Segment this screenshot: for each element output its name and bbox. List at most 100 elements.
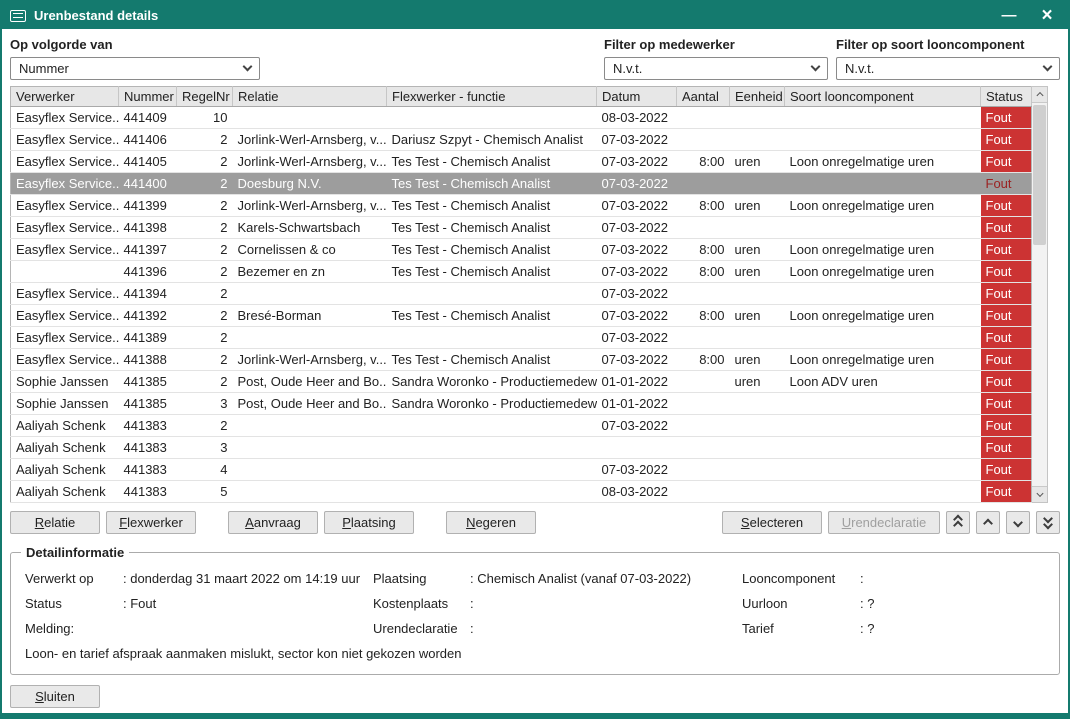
scrollbar-up-button[interactable] (1032, 87, 1047, 103)
cell-datum: 07-03-2022 (597, 173, 677, 195)
plaatsing-label: Plaatsing (373, 566, 470, 591)
cell-soort-looncomponent (785, 173, 981, 195)
cell-aantal: 8:00 (677, 239, 730, 261)
cell-regelnr: 2 (177, 371, 233, 393)
scrollbar-thumb[interactable] (1033, 105, 1046, 245)
cell-soort-looncomponent (785, 129, 981, 151)
col-header-regelnr[interactable]: RegelNr (177, 87, 233, 107)
urendeclaratie-button[interactable]: Urendeclaratie (828, 511, 940, 534)
cell-aantal (677, 217, 730, 239)
window-list-icon (10, 10, 26, 22)
sort-dropdown[interactable]: Nummer (10, 57, 260, 80)
cell-verwerker: Aaliyah Schenk (11, 481, 119, 503)
cell-relatie: Doesburg N.V. (233, 173, 387, 195)
table-row[interactable]: Aaliyah Schenk 441383 5 08-03-2022 Fout (11, 481, 1032, 503)
titlebar: Urenbestand details — × (2, 2, 1068, 29)
cell-regelnr: 2 (177, 239, 233, 261)
cell-relatie: Jorlink-Werl-Arnsberg, v... (233, 349, 387, 371)
chevron-down-icon (1043, 62, 1053, 72)
cell-relatie: Post, Oude Heer and Bo... (233, 393, 387, 415)
table-row[interactable]: Aaliyah Schenk 441383 4 07-03-2022 Fout (11, 459, 1032, 481)
scrollbar-track[interactable] (1032, 103, 1047, 486)
cell-soort-looncomponent (785, 393, 981, 415)
plaatsing-value: : Chemisch Analist (vanaf 07-03-2022) (470, 566, 742, 591)
negeren-button[interactable]: Negeren (446, 511, 536, 534)
table-row[interactable]: Sophie Janssen 441385 2 Post, Oude Heer … (11, 371, 1032, 393)
scroll-down-button[interactable] (1006, 511, 1030, 534)
cell-soort-looncomponent: Loon onregelmatige uren (785, 349, 981, 371)
cell-flexwerker (387, 283, 597, 305)
table-row[interactable]: Easyflex Service... 441398 2 Karels-Schw… (11, 217, 1032, 239)
table-row[interactable]: Easyflex Service... 441392 2 Bresé-Borma… (11, 305, 1032, 327)
selecteren-button[interactable]: Selecteren (722, 511, 822, 534)
col-header-nummer[interactable]: Nummer (119, 87, 177, 107)
cell-relatie (233, 459, 387, 481)
cell-aantal: 8:00 (677, 261, 730, 283)
scroll-up-button[interactable] (976, 511, 1000, 534)
col-header-verwerker[interactable]: Verwerker (11, 87, 119, 107)
cell-nummer: 441406 (119, 129, 177, 151)
scroll-first-button[interactable] (946, 511, 970, 534)
cell-flexwerker (387, 415, 597, 437)
detail-urendeclaratie-value: : (470, 616, 742, 641)
cell-status: Fout (981, 239, 1032, 261)
table-row[interactable]: Easyflex Service... 441405 2 Jorlink-Wer… (11, 151, 1032, 173)
table-row[interactable]: 441396 2 Bezemer en zn Tes Test - Chemis… (11, 261, 1032, 283)
action-bar: Relatie Flexwerker Aanvraag Plaatsing Ne… (10, 511, 1060, 534)
close-button[interactable]: × (1032, 2, 1062, 29)
table-row[interactable]: Easyflex Service... 441397 2 Cornelissen… (11, 239, 1032, 261)
col-header-eenheid[interactable]: Eenheid (730, 87, 785, 107)
detail-panel-legend: Detailinformatie (21, 545, 129, 560)
table-row[interactable]: Easyflex Service... 441389 2 07-03-2022 … (11, 327, 1032, 349)
cell-status: Fout (981, 349, 1032, 371)
cell-regelnr: 2 (177, 261, 233, 283)
col-header-relatie[interactable]: Relatie (233, 87, 387, 107)
detail-urendeclaratie-label: Urendeclaratie (373, 616, 470, 641)
cell-soort-looncomponent: Loon onregelmatige uren (785, 305, 981, 327)
chevron-down-icon (811, 62, 821, 72)
cell-eenheid: uren (730, 371, 785, 393)
table-scrollbar[interactable] (1032, 86, 1048, 503)
melding-label: Melding: (25, 616, 123, 641)
col-header-datum[interactable]: Datum (597, 87, 677, 107)
flexwerker-button[interactable]: Flexwerker (106, 511, 196, 534)
looncomponent-filter-dropdown[interactable]: N.v.t. (836, 57, 1060, 80)
cell-regelnr: 4 (177, 459, 233, 481)
table-row[interactable]: Aaliyah Schenk 441383 3 Fout (11, 437, 1032, 459)
medewerker-filter-dropdown[interactable]: N.v.t. (604, 57, 828, 80)
tarief-label: Tarief (742, 616, 860, 641)
cell-flexwerker (387, 327, 597, 349)
cell-relatie: Karels-Schwartsbach (233, 217, 387, 239)
sluiten-button[interactable]: Sluiten (10, 685, 100, 708)
relatie-button[interactable]: Relatie (10, 511, 100, 534)
scroll-last-button[interactable] (1036, 511, 1060, 534)
cell-soort-looncomponent: Loon onregelmatige uren (785, 239, 981, 261)
scrollbar-down-button[interactable] (1032, 486, 1047, 502)
col-header-soort-looncomponent[interactable]: Soort looncomponent (785, 87, 981, 107)
aanvraag-button[interactable]: Aanvraag (228, 511, 318, 534)
table-row[interactable]: Easyflex Service... 441409 10 08-03-2022… (11, 107, 1032, 129)
table-row[interactable]: Easyflex Service... 441394 2 07-03-2022 … (11, 283, 1032, 305)
col-header-aantal[interactable]: Aantal (677, 87, 730, 107)
col-header-status[interactable]: Status (981, 87, 1032, 107)
chevron-up-icon (1036, 92, 1043, 99)
cell-flexwerker: Tes Test - Chemisch Analist (387, 151, 597, 173)
cell-flexwerker (387, 107, 597, 129)
col-header-flexwerker-functie[interactable]: Flexwerker - functie (387, 87, 597, 107)
cell-relatie (233, 283, 387, 305)
table-row[interactable]: Easyflex Service... 441406 2 Jorlink-Wer… (11, 129, 1032, 151)
table-row[interactable]: Sophie Janssen 441385 3 Post, Oude Heer … (11, 393, 1032, 415)
table-area: Verwerker Nummer RegelNr Relatie Flexwer… (10, 86, 1060, 503)
minimize-button[interactable]: — (994, 2, 1024, 29)
cell-flexwerker: Sandra Woronko - Productiemedew... (387, 393, 597, 415)
table-row[interactable]: Aaliyah Schenk 441383 2 07-03-2022 Fout (11, 415, 1032, 437)
cell-relatie (233, 415, 387, 437)
cell-aantal (677, 173, 730, 195)
table-row[interactable]: Easyflex Service... 441388 2 Jorlink-Wer… (11, 349, 1032, 371)
plaatsing-button[interactable]: Plaatsing (324, 511, 414, 534)
cell-relatie: Jorlink-Werl-Arnsberg, v... (233, 151, 387, 173)
cell-datum: 07-03-2022 (597, 327, 677, 349)
window-title: Urenbestand details (34, 8, 986, 23)
table-row[interactable]: Easyflex Service... 441400 2 Doesburg N.… (11, 173, 1032, 195)
table-row[interactable]: Easyflex Service... 441399 2 Jorlink-Wer… (11, 195, 1032, 217)
